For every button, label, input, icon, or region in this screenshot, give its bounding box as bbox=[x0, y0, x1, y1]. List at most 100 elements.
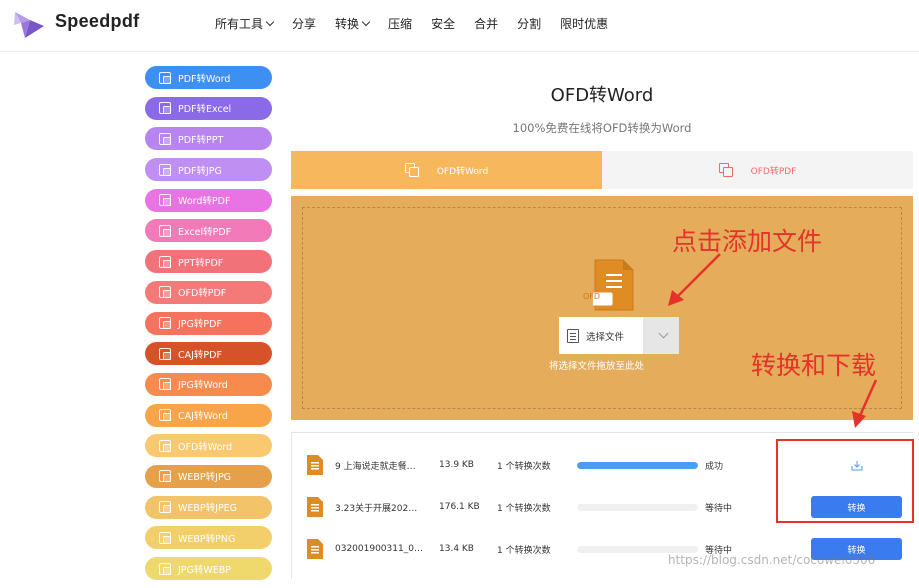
ofd-file-icon bbox=[593, 259, 634, 311]
convert-icon bbox=[159, 317, 171, 329]
sidebar-item[interactable]: WEBP转JPEG bbox=[145, 495, 272, 519]
document-icon bbox=[567, 328, 579, 343]
speedpdf-logo-icon[interactable] bbox=[12, 8, 46, 40]
page-title: OFD转Word bbox=[550, 85, 654, 106]
sidebar-item[interactable]: PDF转Word bbox=[145, 66, 272, 89]
nav-item[interactable]: 分享 bbox=[292, 15, 316, 32]
conversion-count: 1 个转换次数 bbox=[497, 545, 551, 556]
progress-track bbox=[577, 461, 698, 469]
sidebar-item-label: OFD转PDF bbox=[178, 288, 227, 300]
convert-icon bbox=[159, 562, 171, 575]
nav-item-label: 限时优惠 bbox=[560, 17, 609, 31]
top-nav: 所有工具 分享 转换 压缩 安全 合并 分割 限时优惠 bbox=[215, 15, 627, 32]
sidebar-item[interactable]: Excel转PDF bbox=[145, 219, 272, 243]
source-dropdown-button[interactable] bbox=[643, 317, 679, 354]
convert-icon bbox=[159, 470, 171, 483]
convert-icon bbox=[159, 71, 171, 84]
ofd-badge-label: OFD bbox=[583, 292, 601, 301]
sidebar-item[interactable]: Word转PDF bbox=[145, 188, 272, 212]
sidebar-item[interactable]: JPG转Word bbox=[145, 372, 272, 396]
annotation-add-file: 点击添加文件 bbox=[672, 227, 823, 256]
sidebar-item[interactable]: WEBP转PNG bbox=[145, 526, 272, 550]
conversion-count: 1 个转换次数 bbox=[497, 461, 551, 472]
tab-ofd-to-word[interactable]: OFD转Word bbox=[291, 151, 602, 189]
nav-item-label: 转换 bbox=[335, 17, 360, 31]
ofd-file-icon bbox=[307, 455, 323, 475]
sidebar-item-label: PDF转Word bbox=[178, 73, 231, 85]
convert-icon bbox=[404, 163, 419, 177]
nav-item-label: 压缩 bbox=[388, 17, 413, 31]
select-file-button[interactable]: 选择文件 bbox=[559, 317, 643, 354]
file-name: 032001900311_0… bbox=[335, 544, 423, 554]
chevron-down-icon bbox=[361, 17, 371, 26]
sidebar-item-label: JPG转PDF bbox=[178, 319, 222, 330]
nav-item-label: 合并 bbox=[474, 17, 499, 31]
sidebar-item[interactable]: PPT转PDF bbox=[145, 250, 272, 274]
sidebar-item-label: WEBP转JPG bbox=[178, 472, 232, 484]
brand-name[interactable]: Speedpdf bbox=[55, 11, 139, 32]
convert-icon bbox=[159, 163, 171, 176]
sidebar-item[interactable]: JPG转PDF bbox=[145, 311, 272, 335]
watermark: https://blog.csdn.net/cocowei0306 bbox=[668, 553, 876, 567]
sidebar-item-label: JPG转Word bbox=[178, 380, 228, 392]
header: Speedpdf 所有工具 分享 转换 压缩 安全 合并 分割 限时优惠 bbox=[0, 0, 919, 52]
convert-icon bbox=[159, 132, 171, 145]
sidebar-item-label: JPG转WEBP bbox=[178, 564, 232, 576]
file-name: 9 上海说走就走餐… bbox=[335, 461, 416, 472]
ofd-file-icon bbox=[307, 497, 323, 517]
file-size: 176.1 KB bbox=[439, 502, 480, 512]
nav-item[interactable]: 合并 bbox=[474, 15, 498, 32]
convert-icon bbox=[159, 439, 171, 452]
sidebar-item-label: PDF转PPT bbox=[178, 134, 224, 146]
nav-item[interactable]: 转换 bbox=[335, 15, 371, 32]
status-text: 成功 bbox=[705, 461, 724, 472]
sidebar-item[interactable]: PDF转JPG bbox=[145, 158, 272, 182]
convert-icon bbox=[159, 286, 171, 299]
progress-fill bbox=[577, 461, 698, 469]
convert-icon bbox=[159, 255, 171, 268]
sidebar-item-label: CAJ转Word bbox=[178, 411, 228, 423]
nav-item[interactable]: 所有工具 bbox=[215, 15, 275, 32]
sidebar-item[interactable]: PDF转Excel bbox=[145, 96, 272, 120]
sidebar-item[interactable]: JPG转WEBP bbox=[145, 557, 272, 580]
progress-bar bbox=[577, 492, 698, 522]
sidebar-item-label: WEBP转PNG bbox=[178, 533, 236, 545]
sidebar-item-label: PDF转Excel bbox=[178, 104, 232, 116]
convert-icon bbox=[159, 347, 171, 360]
file-icon bbox=[304, 534, 326, 564]
nav-item[interactable]: 压缩 bbox=[388, 15, 412, 32]
file-size: 13.4 KB bbox=[439, 544, 474, 554]
progress-track bbox=[577, 503, 698, 511]
nav-item[interactable]: 限时优惠 bbox=[560, 15, 608, 32]
file-icon bbox=[304, 450, 326, 480]
sidebar-item-label: Word转PDF bbox=[178, 196, 231, 208]
sidebar-item-label: OFD转Word bbox=[178, 441, 233, 453]
convert-icon bbox=[718, 163, 733, 177]
sidebar-item[interactable]: WEBP转JPG bbox=[145, 464, 272, 488]
sidebar-item[interactable]: CAJ转PDF bbox=[145, 342, 272, 366]
convert-icon bbox=[159, 409, 171, 422]
sidebar-item-label: PDF转JPG bbox=[178, 165, 222, 177]
sidebar-item[interactable]: OFD转PDF bbox=[145, 280, 272, 304]
drop-hint-text: 将选择文件拖放至此处 bbox=[549, 361, 645, 372]
chevron-down-icon bbox=[265, 17, 275, 26]
progress-bar bbox=[577, 450, 698, 480]
select-file-control[interactable]: 选择文件 bbox=[559, 317, 679, 354]
nav-item[interactable]: 安全 bbox=[431, 15, 455, 32]
sidebar-item[interactable]: OFD转Word bbox=[145, 434, 272, 458]
annotation-convert-download: 转换和下载 bbox=[751, 351, 877, 380]
nav-item-label: 分割 bbox=[517, 17, 542, 31]
sidebar-item[interactable]: CAJ转Word bbox=[145, 403, 272, 427]
tab-ofd-to-pdf[interactable]: OFD转PDF bbox=[602, 151, 913, 189]
conversion-tabs: OFD转Word OFD转PDF bbox=[291, 151, 913, 189]
status-text: 等待中 bbox=[705, 503, 733, 514]
conversion-count: 1 个转换次数 bbox=[497, 503, 551, 514]
sidebar-item-label: CAJ转PDF bbox=[178, 349, 222, 361]
convert-icon bbox=[159, 102, 171, 115]
sidebar-item[interactable]: PDF转PPT bbox=[145, 127, 272, 151]
annotation-highlight-box bbox=[776, 439, 914, 523]
ofd-file-icon bbox=[307, 539, 323, 559]
file-name: 3.23关于开展202… bbox=[335, 503, 418, 514]
nav-item[interactable]: 分割 bbox=[517, 15, 541, 32]
nav-item-label: 所有工具 bbox=[215, 17, 264, 31]
